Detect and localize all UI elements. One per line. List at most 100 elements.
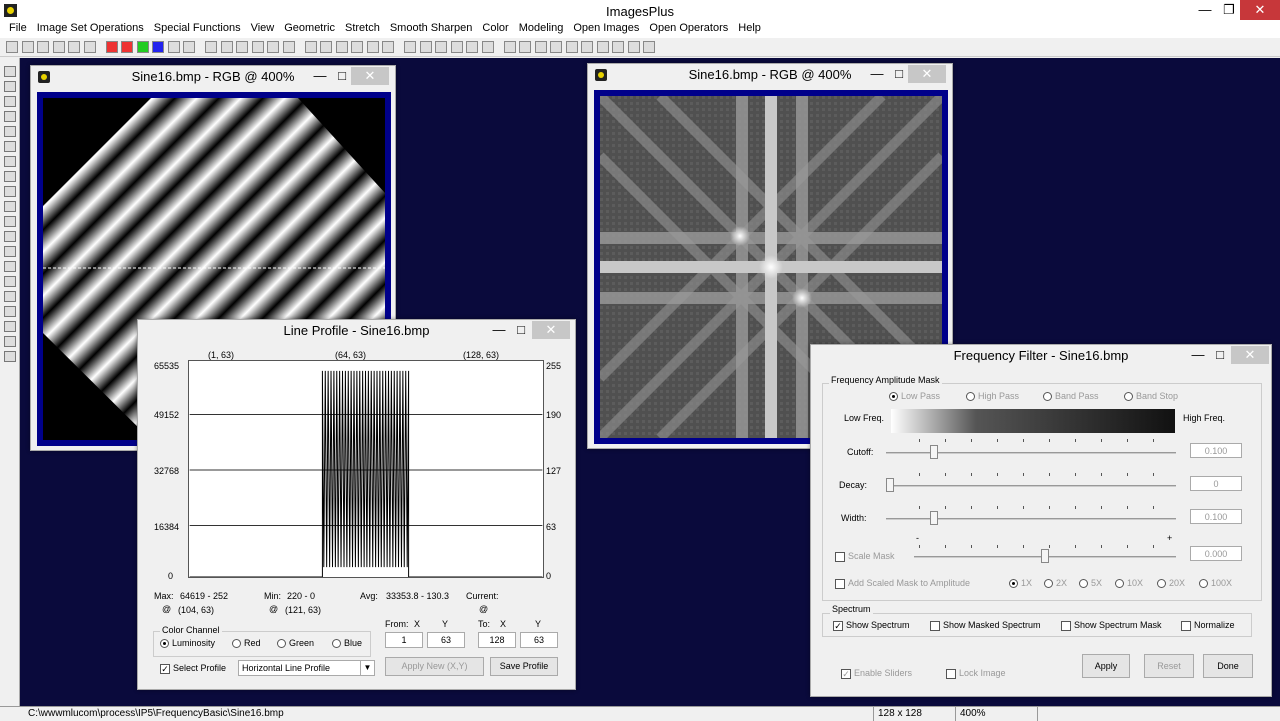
- left-tool-icon[interactable]: [4, 216, 16, 227]
- toolbar-tool-icon[interactable]: [136, 41, 149, 53]
- left-tool-icon[interactable]: [4, 261, 16, 272]
- from-x-input[interactable]: 1: [385, 632, 423, 648]
- radio-100x[interactable]: 100X: [1199, 578, 1232, 589]
- toolbar-tool-icon[interactable]: [152, 41, 164, 53]
- scale-slider[interactable]: [1041, 549, 1049, 563]
- menu-open-operators[interactable]: Open Operators: [644, 20, 733, 38]
- left-tool-icon[interactable]: [4, 156, 16, 167]
- toolbar-tool-icon[interactable]: [581, 41, 593, 53]
- enable-sliders-checkbox[interactable]: ✓ Enable Sliders: [841, 668, 912, 679]
- radio-5x[interactable]: 5X: [1079, 578, 1102, 589]
- toolbar-tool-icon[interactable]: [220, 41, 233, 53]
- chevron-down-icon[interactable]: ▼: [360, 661, 374, 675]
- toolbar-tool-icon[interactable]: [267, 41, 279, 53]
- decay-slider[interactable]: [886, 478, 894, 492]
- toolbar-tool-icon[interactable]: [481, 41, 494, 53]
- toolbar-tool-icon[interactable]: [627, 41, 640, 53]
- radio-band-stop[interactable]: Band Stop: [1124, 391, 1178, 402]
- toolbar-tool-icon[interactable]: [304, 41, 317, 53]
- radio-high-pass[interactable]: High Pass: [966, 391, 1019, 402]
- left-tool-icon[interactable]: [4, 276, 16, 287]
- radio-2x[interactable]: 2X: [1044, 578, 1067, 589]
- left-tool-icon[interactable]: [4, 246, 16, 257]
- left-tool-icon[interactable]: [4, 201, 16, 212]
- toolbar-tool-icon[interactable]: [643, 41, 655, 53]
- save-profile-button[interactable]: Save Profile: [490, 657, 558, 676]
- left-tool-icon[interactable]: [4, 66, 16, 77]
- toolbar-tool-icon[interactable]: [320, 41, 332, 53]
- toolbar-tool-icon[interactable]: [167, 41, 180, 53]
- toolbar-tool-icon[interactable]: [366, 41, 379, 53]
- toolbar-tool-icon[interactable]: [534, 41, 547, 53]
- apply-button[interactable]: Apply: [1082, 654, 1130, 678]
- to-y-input[interactable]: 63: [520, 632, 558, 648]
- left-tool-icon[interactable]: [4, 336, 16, 347]
- menu-stretch[interactable]: Stretch: [340, 20, 385, 38]
- radio-green[interactable]: Green: [277, 638, 314, 649]
- toolbar-tool-icon[interactable]: [183, 41, 195, 53]
- done-button[interactable]: Done: [1203, 654, 1253, 678]
- toolbar-tool-icon[interactable]: [435, 41, 447, 53]
- toolbar-tool-icon[interactable]: [335, 41, 348, 53]
- menu-smooth-sharpen[interactable]: Smooth Sharpen: [385, 20, 478, 38]
- left-tool-icon[interactable]: [4, 186, 16, 197]
- reset-button[interactable]: Reset: [1144, 654, 1194, 678]
- toolbar-tool-icon[interactable]: [68, 41, 80, 53]
- toolbar-tool-icon[interactable]: [52, 41, 65, 53]
- toolbar-tool-icon[interactable]: [404, 41, 416, 53]
- menu-image-set-operations[interactable]: Image Set Operations: [32, 20, 149, 38]
- toolbar-tool-icon[interactable]: [382, 41, 394, 53]
- show-masked-spectrum-checkbox[interactable]: Show Masked Spectrum: [930, 620, 1041, 631]
- menu-help[interactable]: Help: [733, 20, 766, 38]
- toolbar-tool-icon[interactable]: [565, 41, 578, 53]
- left-tool-icon[interactable]: [4, 306, 16, 317]
- radio-red[interactable]: Red: [232, 638, 261, 649]
- toolbar-tool-icon[interactable]: [205, 41, 217, 53]
- menu-modeling[interactable]: Modeling: [514, 20, 569, 38]
- radio-blue[interactable]: Blue: [332, 638, 362, 649]
- profile-type-select[interactable]: Horizontal Line Profile ▼: [238, 660, 375, 676]
- toolbar-tool-icon[interactable]: [466, 41, 478, 53]
- radio-luminosity[interactable]: Luminosity: [160, 638, 215, 649]
- radio-20x[interactable]: 20X: [1157, 578, 1185, 589]
- cutoff-value[interactable]: 0.100: [1190, 443, 1242, 458]
- maximize-button[interactable]: □: [508, 321, 534, 339]
- menu-color[interactable]: Color: [477, 20, 513, 38]
- scale-value[interactable]: 0.000: [1190, 546, 1242, 561]
- show-spectrum-checkbox[interactable]: ✓ Show Spectrum: [833, 620, 910, 631]
- menu-file[interactable]: File: [4, 20, 32, 38]
- radio-band-pass[interactable]: Band Pass: [1043, 391, 1099, 402]
- left-tool-icon[interactable]: [4, 171, 16, 182]
- toolbar-tool-icon[interactable]: [519, 41, 531, 53]
- toolbar-tool-icon[interactable]: [419, 41, 432, 53]
- toolbar-tool-icon[interactable]: [450, 41, 463, 53]
- close-app-button[interactable]: ✕: [1240, 0, 1280, 20]
- toolbar-tool-icon[interactable]: [6, 41, 18, 53]
- menu-open-images[interactable]: Open Images: [568, 20, 644, 38]
- toolbar-tool-icon[interactable]: [251, 41, 264, 53]
- menu-geometric[interactable]: Geometric: [279, 20, 340, 38]
- left-tool-icon[interactable]: [4, 321, 16, 332]
- toolbar-tool-icon[interactable]: [550, 41, 562, 53]
- toolbar-tool-icon[interactable]: [351, 41, 363, 53]
- width-value[interactable]: 0.100: [1190, 509, 1242, 524]
- left-tool-icon[interactable]: [4, 141, 16, 152]
- close-button[interactable]: ✕: [532, 321, 570, 339]
- toolbar-tool-icon[interactable]: [612, 41, 624, 53]
- toolbar-tool-icon[interactable]: [282, 41, 295, 53]
- lock-image-checkbox[interactable]: Lock Image: [946, 668, 1006, 679]
- radio-low-pass[interactable]: Low Pass: [889, 391, 940, 402]
- toolbar-tool-icon[interactable]: [37, 41, 49, 53]
- menu-view[interactable]: View: [246, 20, 280, 38]
- from-y-input[interactable]: 63: [427, 632, 465, 648]
- toolbar-tool-icon[interactable]: [236, 41, 248, 53]
- left-tool-icon[interactable]: [4, 111, 16, 122]
- left-tool-icon[interactable]: [4, 351, 16, 362]
- show-spectrum-mask-checkbox[interactable]: Show Spectrum Mask: [1061, 620, 1162, 631]
- radio-1x[interactable]: 1X: [1009, 578, 1032, 589]
- maximize-button[interactable]: □: [1207, 346, 1233, 364]
- left-tool-icon[interactable]: [4, 291, 16, 302]
- close-button[interactable]: ✕: [908, 65, 946, 83]
- toolbar-tool-icon[interactable]: [121, 41, 133, 53]
- close-button[interactable]: ✕: [1231, 346, 1269, 364]
